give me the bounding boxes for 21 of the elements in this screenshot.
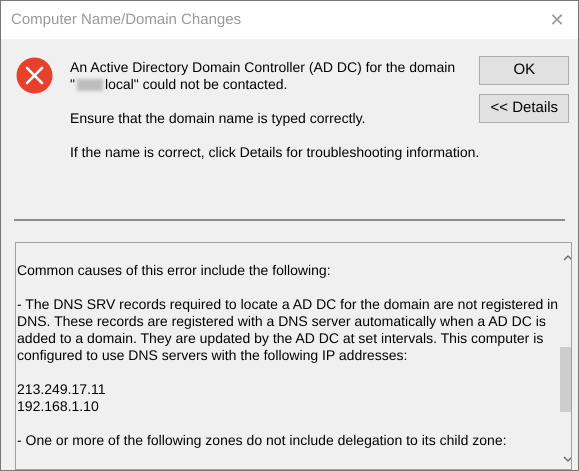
error-message: local" could not be contacted. [104,76,288,93]
details-text-line: added to a domain. They are updated by the AD DC at set intervals. This computer is [17,330,544,347]
error-message: An Active Directory Domain Controller (AD DC) for the domain [70,59,456,76]
quote-mark: " [70,76,75,93]
details-text-line: - The DNS SRV records required to locate a AD DC for the domain are not registered in [17,296,558,313]
details-text-line: configured to use DNS servers with the following IP addresses: [17,347,408,364]
details-text-line: DNS. These records are registered with a DNS server automatically when a AD DC is [17,313,547,330]
hint-text: Ensure that the domain name is typed correctly. [70,110,366,127]
details-text-line: Common causes of this error include the following: [17,262,332,279]
details-text-box[interactable] [15,242,572,470]
dialog-button[interactable]: OK [479,56,570,85]
hint-text: If the name is correct, click Details for troubleshooting information. [70,144,480,161]
error-icon [16,57,53,94]
scroll-down-icon[interactable] [563,456,571,462]
details-text-line: - One or more of the following zones do not include delegation to its child zone: [17,432,508,449]
window-title: Computer Name/Domain Changes [11,10,242,30]
redacted-mark [76,78,103,90]
details-text-line: 192.168.1.10 [17,398,100,415]
dialog-button[interactable]: << Details [479,94,570,123]
scroll-up-icon[interactable] [563,255,571,261]
details-text-line: 213.249.17.11 [17,381,106,398]
